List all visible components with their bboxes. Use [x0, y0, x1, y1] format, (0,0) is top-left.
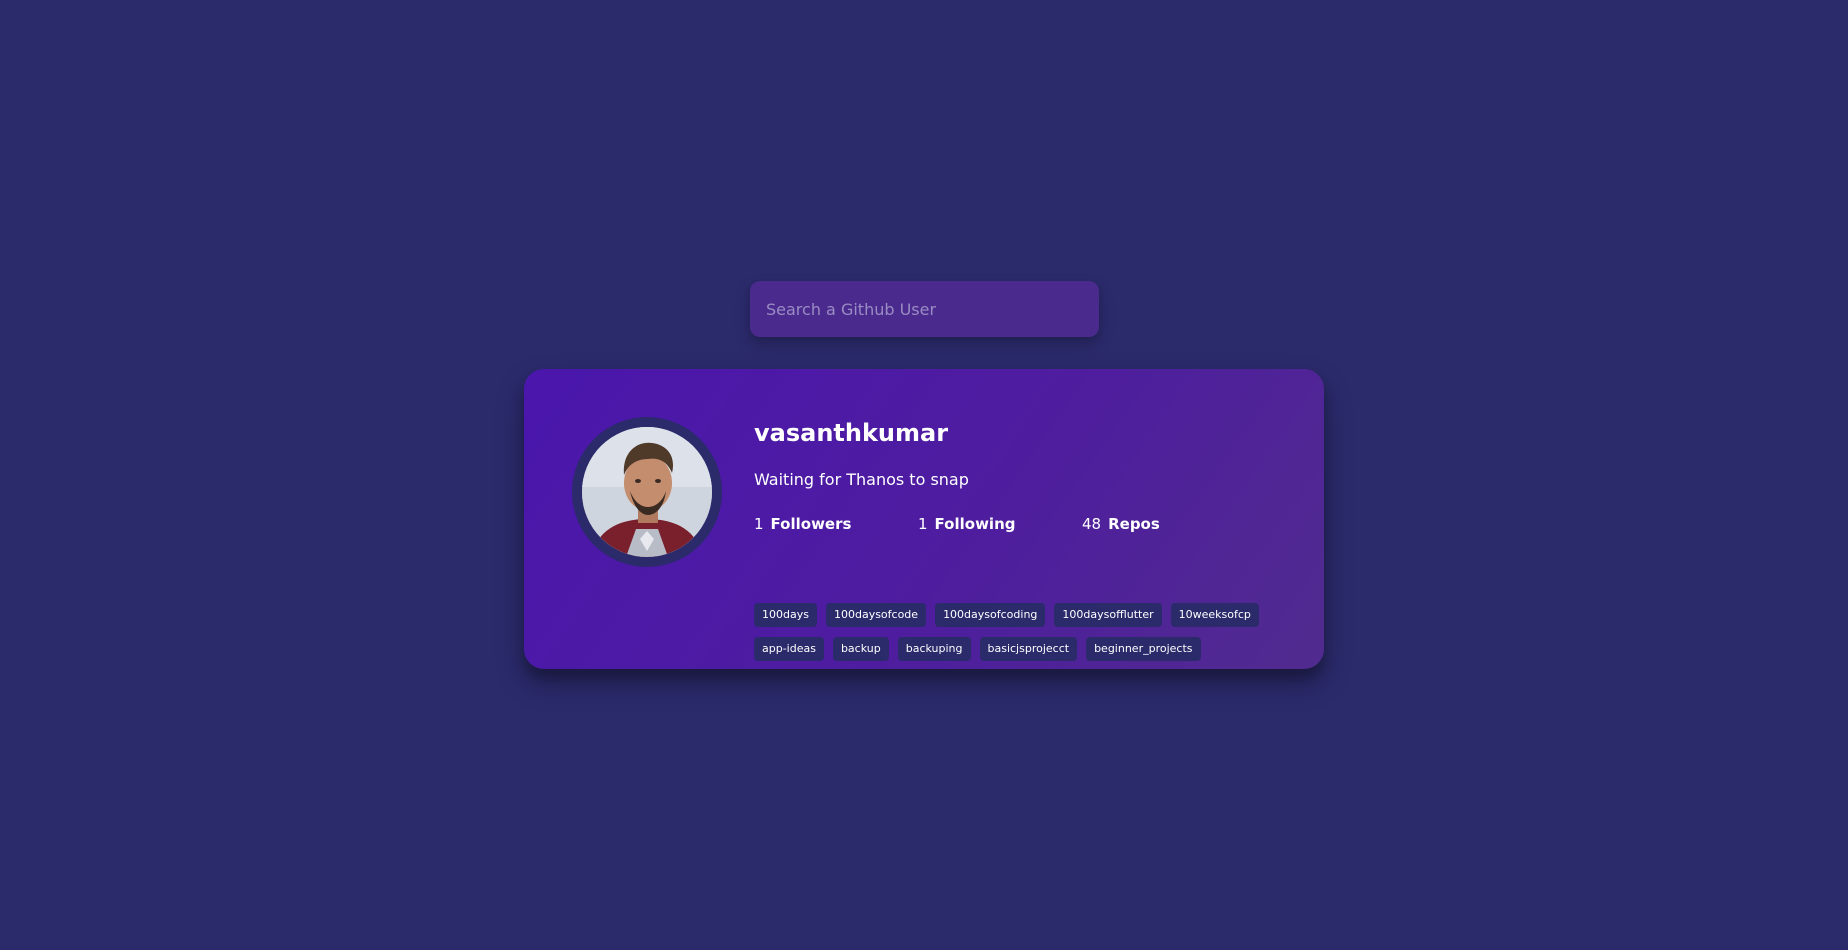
followers-label: Followers — [770, 515, 852, 533]
stats-list: 1 Followers 1 Following 48 Repos — [754, 515, 1202, 533]
following-label: Following — [934, 515, 1016, 533]
repos-stat: 48 Repos — [1082, 515, 1202, 533]
repos-label: Repos — [1108, 515, 1160, 533]
profile-card: vasanthkumar Waiting for Thanos to snap … — [524, 369, 1324, 669]
topic-tag[interactable]: backuping — [897, 637, 971, 661]
following-stat: 1 Following — [918, 515, 1082, 533]
topic-tag[interactable]: 100daysofcoding — [935, 603, 1046, 627]
topic-tag[interactable]: backup — [832, 637, 889, 661]
username: vasanthkumar — [754, 419, 949, 447]
profile-info: vasanthkumar Waiting for Thanos to snap … — [754, 417, 1294, 661]
topic-tag[interactable]: app-ideas — [754, 637, 824, 661]
topic-tag[interactable]: 100daysofflutter — [1054, 603, 1162, 627]
following-count: 1 — [918, 515, 928, 533]
topic-tag[interactable]: beginner_projects — [1086, 637, 1201, 661]
avatar — [582, 427, 712, 557]
followers-count: 1 — [754, 515, 764, 533]
topic-tag[interactable]: 100days — [754, 603, 817, 627]
topic-tag[interactable]: 100daysofcode — [825, 603, 927, 627]
repo-topics: 100days 100daysofcode 100daysofcoding 10… — [754, 603, 1274, 661]
followers-stat: 1 Followers — [754, 515, 918, 533]
search-form — [750, 281, 1099, 337]
repos-count: 48 — [1082, 515, 1102, 533]
bio: Waiting for Thanos to snap — [754, 470, 969, 489]
avatar-image — [582, 427, 712, 557]
search-input[interactable] — [750, 281, 1099, 337]
avatar-ring — [572, 417, 722, 567]
topic-tag[interactable]: 10weeksofcp — [1170, 603, 1259, 627]
topic-tag[interactable]: basicjsprojecct — [979, 637, 1078, 661]
